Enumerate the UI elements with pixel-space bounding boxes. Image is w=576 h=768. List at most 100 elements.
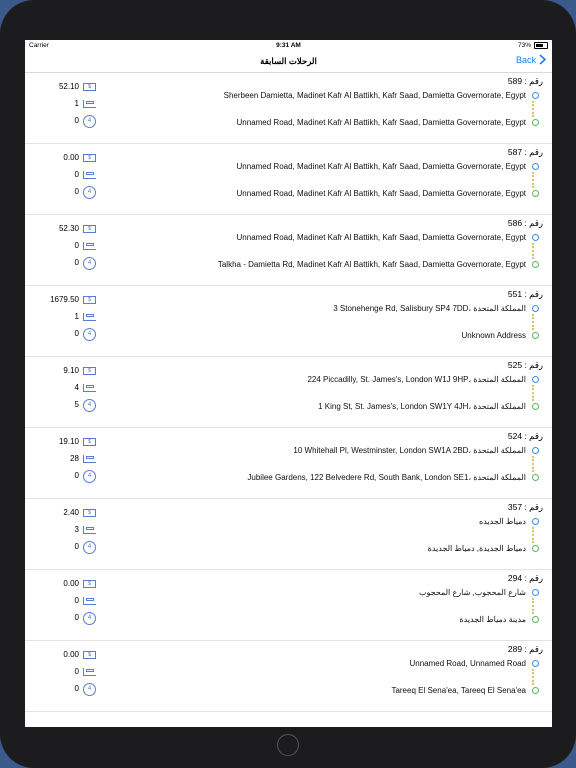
- trip-number: رقم : 587: [507, 147, 543, 157]
- trip-seats: 28: [70, 454, 79, 463]
- bed-icon: [83, 313, 96, 321]
- device-frame: Carrier 9:31 AM 73% الرحلات السابقة Back…: [0, 0, 576, 768]
- bed-icon: [83, 171, 96, 179]
- back-button[interactable]: Back: [516, 54, 546, 65]
- trip-row[interactable]: رقم : 294 شارع المحجوب, شارع المحجوب مدي…: [25, 570, 552, 641]
- dropoff-address: Tareeq El Sena'ea, Tareeq El Sena'ea: [391, 686, 526, 695]
- trip-wait-time: 0: [74, 684, 79, 693]
- dropoff-address: Unnamed Road, Madinet Kafr Al Battikh, K…: [236, 118, 526, 127]
- dropoff-pin-icon: [532, 261, 539, 268]
- clock-icon: 4: [83, 257, 96, 270]
- pickup-pin-icon: [532, 92, 539, 99]
- trip-number: رقم : 357: [507, 502, 543, 512]
- navigation-bar: الرحلات السابقة Back: [25, 51, 552, 73]
- trip-row[interactable]: رقم : 587 Unnamed Road, Madinet Kafr Al …: [25, 144, 552, 215]
- trip-wait-time: 0: [74, 258, 79, 267]
- trip-row[interactable]: رقم : 589 Sherbeen Damietta, Madinet Kaf…: [25, 73, 552, 144]
- dropoff-address: Jubilee Gardens, 122 Belvedere Rd, South…: [247, 473, 526, 482]
- dropoff-pin-icon: [532, 190, 539, 197]
- pickup-address: دمياط الجديده: [479, 517, 526, 526]
- trip-number: رقم : 294: [507, 573, 543, 583]
- trip-row[interactable]: رقم : 551 3 Stonehenge Rd, Salisbury SP4…: [25, 286, 552, 357]
- trip-price: 0.00: [63, 153, 79, 162]
- route-dots: [532, 101, 537, 117]
- pickup-address: Sherbeen Damietta, Madinet Kafr Al Batti…: [223, 91, 526, 100]
- route-dots: [532, 669, 537, 685]
- trip-number: رقم : 524: [507, 431, 543, 441]
- bed-icon: [83, 384, 96, 392]
- clock-icon: 4: [83, 541, 96, 554]
- trip-price: 19.10: [58, 437, 79, 446]
- dropoff-address: 1 King St, St. James's, London SW1Y 4JH،…: [318, 402, 526, 411]
- clock-icon: 4: [83, 399, 96, 412]
- trip-row[interactable]: رقم : 289 Unnamed Road, Unnamed Road Tar…: [25, 641, 552, 712]
- money-icon: $: [83, 83, 96, 91]
- dropoff-address: مدينة دمياط الجديدة: [459, 615, 526, 624]
- trip-wait-time: 5: [74, 400, 79, 409]
- route-dots: [532, 527, 537, 543]
- trip-row[interactable]: رقم : 586 Unnamed Road, Madinet Kafr Al …: [25, 215, 552, 286]
- clock-icon: 4: [83, 470, 96, 483]
- dropoff-pin-icon: [532, 474, 539, 481]
- pickup-pin-icon: [532, 660, 539, 667]
- trip-seats: 4: [74, 383, 79, 392]
- battery-percent: 73%: [517, 42, 531, 49]
- trip-number: رقم : 586: [507, 218, 543, 228]
- trip-wait-time: 0: [74, 116, 79, 125]
- route-dots: [532, 314, 537, 330]
- bed-icon: [83, 100, 96, 108]
- money-icon: $: [83, 225, 96, 233]
- pickup-address: 10 Whitehall Pl, Westminster, London SW1…: [293, 446, 526, 455]
- trip-row[interactable]: رقم : 524 10 Whitehall Pl, Westminster, …: [25, 428, 552, 499]
- trip-price: 52.30: [58, 224, 79, 233]
- home-button[interactable]: [277, 734, 299, 756]
- money-icon: $: [83, 580, 96, 588]
- dropoff-address: Unknown Address: [461, 331, 526, 340]
- pickup-pin-icon: [532, 376, 539, 383]
- pickup-pin-icon: [532, 305, 539, 312]
- dropoff-address: دمياط الجديدة, دمياط الجديدة: [427, 544, 526, 553]
- pickup-pin-icon: [532, 163, 539, 170]
- pickup-address: 224 Piccadilly, St. James's, London W1J …: [307, 375, 526, 384]
- route-dots: [532, 456, 537, 472]
- dropoff-pin-icon: [532, 332, 539, 339]
- trip-seats: 0: [74, 667, 79, 676]
- pickup-pin-icon: [532, 589, 539, 596]
- pickup-pin-icon: [532, 447, 539, 454]
- trip-row[interactable]: رقم : 357 دمياط الجديده دمياط الجديدة, د…: [25, 499, 552, 570]
- trip-wait-time: 0: [74, 187, 79, 196]
- trip-number: رقم : 551: [507, 289, 543, 299]
- dropoff-pin-icon: [532, 687, 539, 694]
- route-dots: [532, 598, 537, 614]
- dropoff-pin-icon: [532, 616, 539, 623]
- clock-icon: 4: [83, 683, 96, 696]
- money-icon: $: [83, 438, 96, 446]
- money-icon: $: [83, 367, 96, 375]
- trip-wait-time: 0: [74, 613, 79, 622]
- page-title: الرحلات السابقة: [260, 56, 317, 66]
- trip-seats: 3: [74, 525, 79, 534]
- trip-number: رقم : 525: [507, 360, 543, 370]
- trip-wait-time: 0: [74, 329, 79, 338]
- trip-number: رقم : 589: [507, 76, 543, 86]
- trip-list: رقم : 589 Sherbeen Damietta, Madinet Kaf…: [25, 73, 552, 712]
- status-bar: Carrier 9:31 AM 73%: [25, 40, 552, 51]
- pickup-address: شارع المحجوب, شارع المحجوب: [419, 588, 526, 597]
- back-label: Back: [515, 54, 536, 65]
- trip-seats: 1: [74, 99, 79, 108]
- trip-price: 9.10: [63, 366, 79, 375]
- trip-price: 1679.50: [50, 295, 79, 304]
- trip-wait-time: 0: [74, 542, 79, 551]
- bed-icon: [83, 455, 96, 463]
- dropoff-pin-icon: [532, 119, 539, 126]
- money-icon: $: [83, 651, 96, 659]
- trip-wait-time: 0: [74, 471, 79, 480]
- money-icon: $: [83, 296, 96, 304]
- clock: 9:31 AM: [276, 42, 301, 49]
- clock-icon: 4: [83, 328, 96, 341]
- money-icon: $: [83, 509, 96, 517]
- battery-status: 73%: [518, 42, 548, 49]
- trip-row[interactable]: رقم : 525 224 Piccadilly, St. James's, L…: [25, 357, 552, 428]
- route-dots: [532, 243, 537, 259]
- screen: Carrier 9:31 AM 73% الرحلات السابقة Back…: [25, 40, 552, 727]
